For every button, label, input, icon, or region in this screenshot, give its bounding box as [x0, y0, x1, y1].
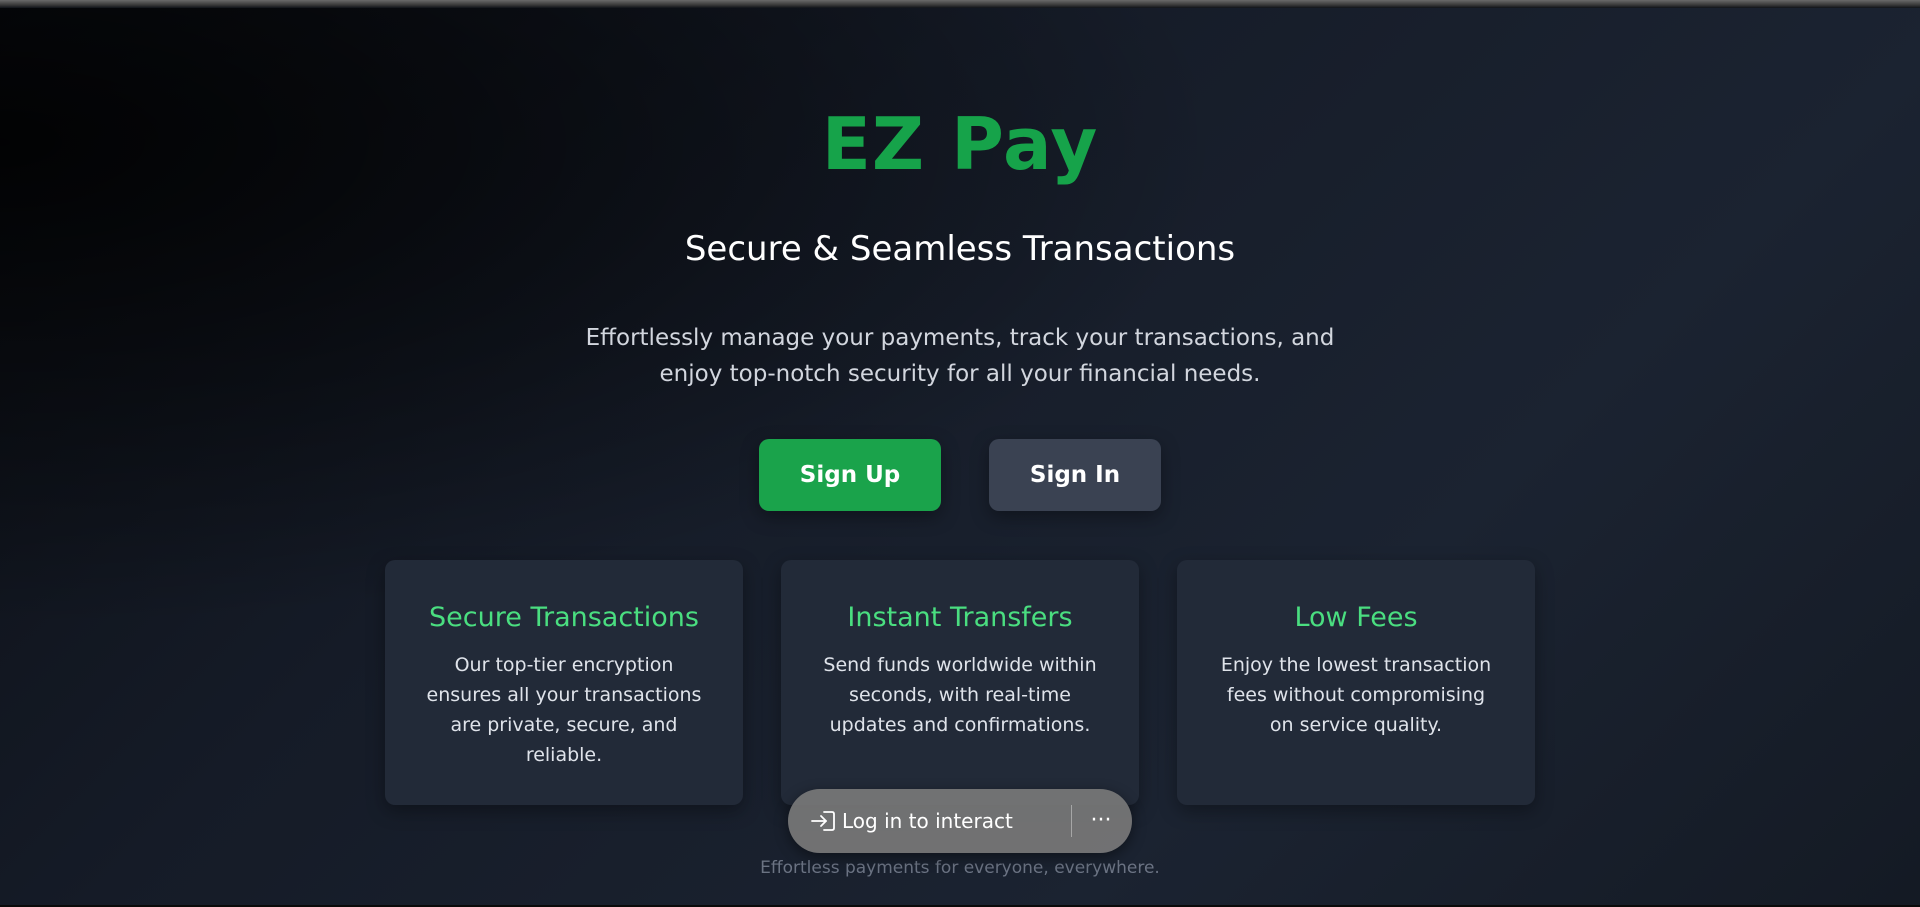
sign-up-button[interactable]: Sign Up [759, 439, 941, 511]
feature-title: Low Fees [1294, 602, 1418, 633]
feature-text: Enjoy the lowest transaction fees withou… [1220, 654, 1492, 736]
pill-divider [1071, 805, 1072, 837]
tagline: Secure & Seamless Transactions [684, 229, 1236, 269]
feature-text: Our top-tier encryption ensures all your… [426, 654, 702, 766]
feature-title: Instant Transfers [847, 602, 1073, 633]
login-to-interact-pill[interactable]: Log in to interact ··· [788, 789, 1132, 853]
brand-title: EZ Pay [821, 102, 1099, 186]
login-arrow-icon [810, 809, 836, 833]
browser-top-edge [0, 0, 1920, 8]
hero-description: Effortlessly manage your payments, track… [585, 325, 1335, 387]
feature-card-low-fees: Low Fees Enjoy the lowest transaction fe… [1177, 560, 1535, 805]
more-horizontal-icon[interactable]: ··· [1080, 801, 1122, 841]
footer-tagline: Effortless payments for everyone, everyw… [760, 858, 1160, 878]
feature-text: Send funds worldwide within seconds, wit… [823, 654, 1097, 736]
feature-title: Secure Transactions [429, 602, 699, 633]
feature-card-secure-transactions: Secure Transactions Our top-tier encrypt… [385, 560, 743, 805]
feature-card-instant-transfers: Instant Transfers Send funds worldwide w… [781, 560, 1139, 805]
login-to-interact-label[interactable]: Log in to interact [842, 807, 1013, 835]
sign-in-button[interactable]: Sign In [989, 439, 1161, 511]
landing-page: EZ Pay Secure & Seamless Transactions Ef… [0, 8, 1920, 905]
